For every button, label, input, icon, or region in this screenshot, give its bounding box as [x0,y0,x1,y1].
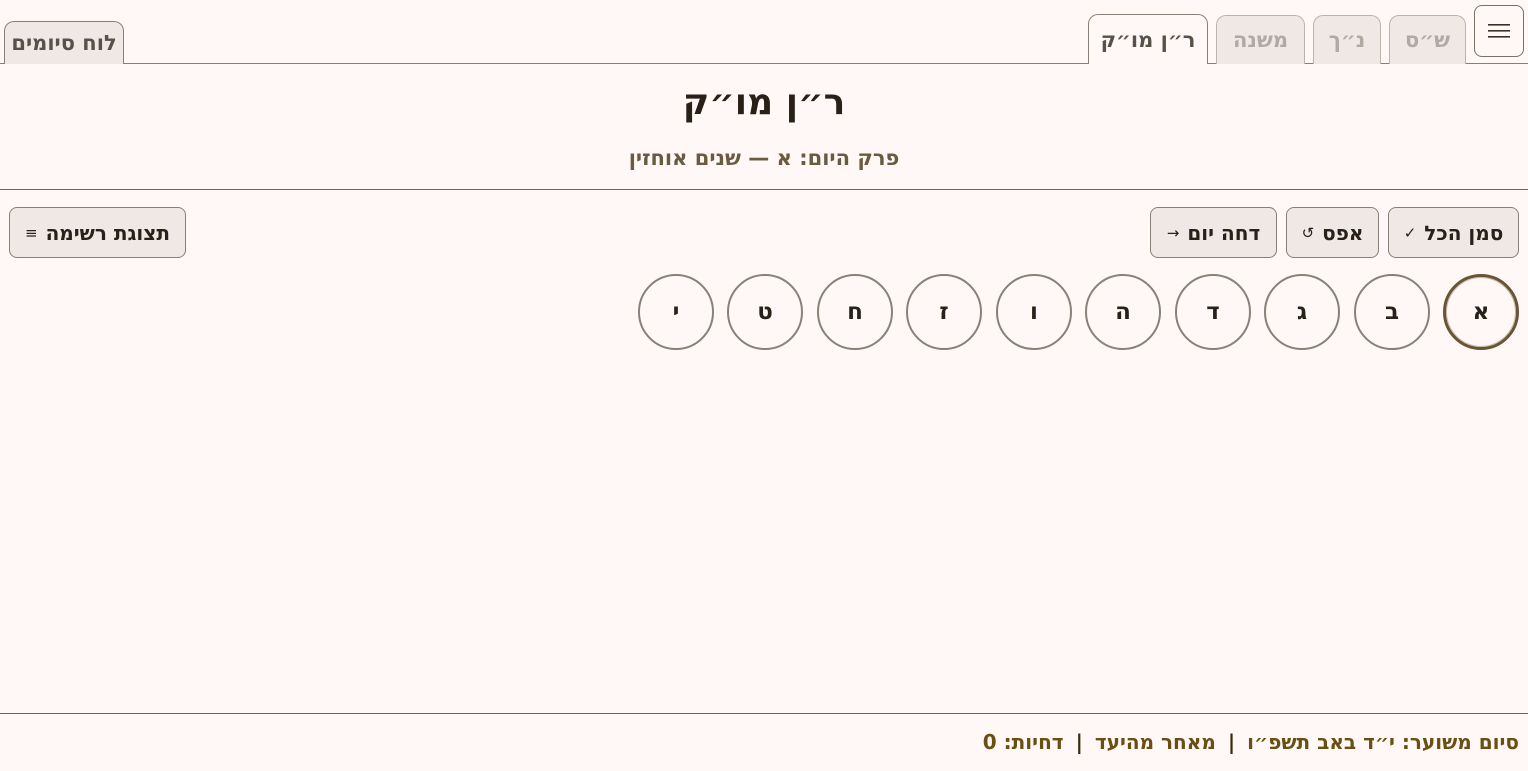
chapter-circle[interactable]: ג [1264,274,1340,350]
chapter-circle[interactable]: ט [727,274,803,350]
hamburger-icon [1488,24,1510,38]
check-icon: ✓ [1403,223,1417,242]
divider [0,189,1528,190]
daily-chapter-subtitle: פרק היום: א — שנים אוחזין [628,146,900,170]
chapter-circle[interactable]: ז [906,274,982,350]
footer-divider [0,713,1528,714]
chapter-circle[interactable]: ו [996,274,1072,350]
tab-nach[interactable]: נ״ך [1313,15,1381,64]
tab-siyum-board[interactable]: לוח סיומים [4,21,124,64]
footer-separator: | [1075,730,1083,754]
reset-label: אפס [1322,220,1364,245]
tab-shas[interactable]: ש״ס [1389,15,1466,64]
pace-status-text: מאחר מהיעד [1094,730,1216,754]
footer-separator: | [1227,730,1236,754]
mark-all-label: סמן הכל [1424,220,1504,245]
chapter-circle[interactable]: ב [1354,274,1430,350]
mark-all-button[interactable]: סמן הכל ✓ [1388,207,1519,258]
tab-ran-moed-katan[interactable]: ר״ן מו״ק [1088,14,1208,64]
expected-siyum-text: סיום משוער: י״ד באב תשפ״ו [1247,730,1519,754]
tab-bar: ש״ס נ״ך משנה ר״ן מו״ק לוח סיומים [0,0,1528,64]
postponements-count: דחיות: 0 [982,730,1064,754]
chapter-circle[interactable]: ה [1085,274,1161,350]
menu-button[interactable] [1474,5,1524,57]
footer-status: סיום משוער: י״ד באב תשפ״ו | מאחר מהיעד | דחי… [983,730,1519,754]
chapter-circle[interactable]: י [638,274,714,350]
chapter-circle[interactable]: א [1443,274,1519,350]
tab-mishna[interactable]: משנה [1216,15,1305,64]
arrow-right-icon: → [1166,223,1180,242]
postpone-day-label: דחה יום [1187,220,1261,245]
reset-button[interactable]: אפס ↺ [1286,207,1379,258]
list-icon: ≡ [24,223,38,242]
reset-icon: ↺ [1301,223,1315,242]
page-title: ר״ן מו״ק [682,82,846,123]
list-view-label: תצוגת רשימה [45,220,171,245]
chapter-circle[interactable]: ד [1175,274,1251,350]
postpone-day-button[interactable]: דחה יום → [1150,207,1277,258]
chapter-circle[interactable]: ח [817,274,893,350]
list-view-button[interactable]: תצוגת רשימה ≡ [9,207,186,258]
